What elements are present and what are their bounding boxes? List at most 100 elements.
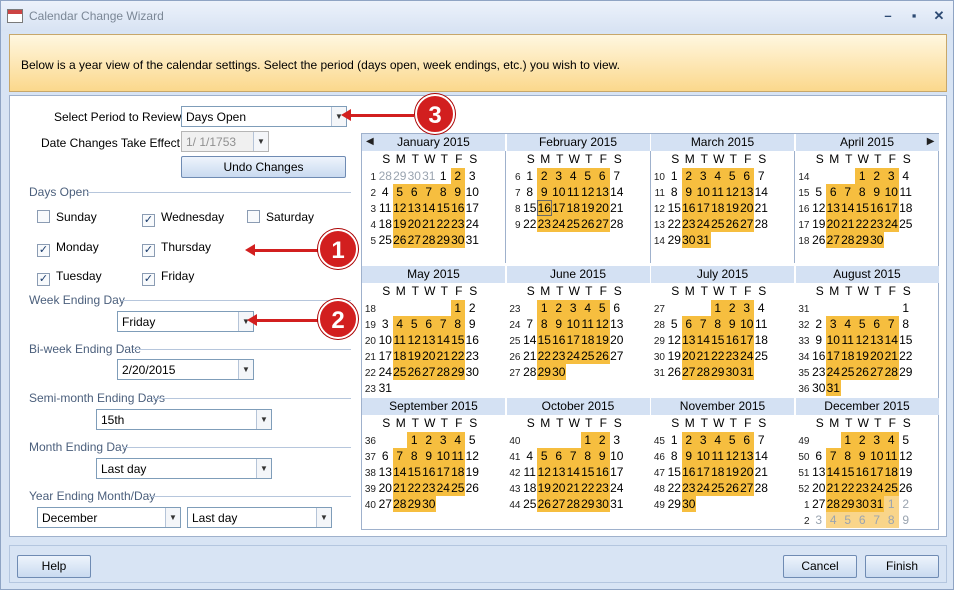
calendar-day[interactable]: 10 (378, 332, 393, 348)
calendar-day[interactable]: 23 (855, 480, 870, 496)
calendar-day[interactable]: 21 (436, 348, 451, 364)
calendar-day[interactable]: 31 (422, 168, 437, 184)
calendar-day[interactable]: 27 (812, 496, 827, 512)
calendar-day[interactable]: 24 (696, 216, 711, 232)
calendar-day[interactable]: 15 (667, 464, 682, 480)
calendar-day[interactable]: 16 (465, 332, 480, 348)
wednesday-checkbox[interactable]: ✓ Wednesday (142, 210, 224, 227)
prev-month-icon[interactable]: ◀ (366, 136, 374, 147)
calendar-day[interactable]: 26 (392, 232, 407, 248)
calendar-day[interactable]: 12 (725, 184, 740, 200)
calendar-day[interactable]: 30 (681, 232, 696, 248)
calendar-day[interactable]: 25 (710, 216, 725, 232)
calendar-day[interactable]: 22 (855, 216, 870, 232)
calendar-day[interactable]: 15 (537, 332, 552, 348)
calendar-day[interactable]: 1 (884, 496, 899, 512)
calendar-day[interactable]: 23 (450, 216, 465, 232)
calendar-day[interactable]: 18 (840, 348, 855, 364)
calendar-day[interactable]: 12 (812, 200, 827, 216)
calendar-day[interactable]: 3 (826, 316, 841, 332)
calendar-day[interactable]: 25 (580, 348, 595, 364)
calendar-day[interactable]: 27 (681, 364, 696, 380)
calendar-day[interactable]: 8 (710, 316, 725, 332)
calendar-day[interactable]: 20 (610, 332, 625, 348)
calendar-day[interactable]: 2 (725, 300, 740, 316)
calendar-day[interactable]: 30 (855, 496, 870, 512)
calendar-day[interactable]: 7 (754, 168, 769, 184)
check-icon[interactable]: ✓ (37, 273, 50, 286)
calendar-day[interactable]: 13 (610, 316, 625, 332)
calendar-day[interactable]: 17 (739, 332, 754, 348)
calendar-day[interactable]: 12 (465, 448, 480, 464)
calendar-day[interactable]: 5 (725, 432, 740, 448)
calendar-day[interactable]: 13 (378, 464, 393, 480)
calendar-day[interactable]: 21 (566, 480, 581, 496)
calendar-day[interactable]: 5 (667, 316, 682, 332)
calendar-day[interactable]: 1 (667, 432, 682, 448)
calendar-day[interactable]: 1 (580, 432, 595, 448)
calendar-day[interactable]: 19 (667, 348, 682, 364)
calendar-day[interactable]: 6 (812, 448, 827, 464)
calendar-day[interactable]: 5 (537, 448, 552, 464)
calendar-day[interactable]: 25 (899, 216, 914, 232)
calendar-day[interactable]: 19 (899, 464, 914, 480)
calendar-day[interactable]: 26 (725, 216, 740, 232)
tuesday-checkbox[interactable]: ✓ Tuesday (37, 269, 102, 286)
calendar-day[interactable]: 10 (826, 332, 841, 348)
calendar-day[interactable]: 15 (667, 200, 682, 216)
calendar-day[interactable]: 8 (580, 448, 595, 464)
calendar-day[interactable]: 13 (812, 464, 827, 480)
thursday-checkbox[interactable]: ✓ Thursday (142, 240, 211, 257)
help-button[interactable]: Help (17, 555, 91, 578)
calendar-day[interactable]: 6 (869, 316, 884, 332)
calendar-day[interactable]: 26 (407, 364, 422, 380)
calendar-day[interactable]: 11 (710, 448, 725, 464)
cancel-button[interactable]: Cancel (783, 555, 857, 578)
calendar-day[interactable]: 6 (739, 432, 754, 448)
calendar-day[interactable]: 18 (450, 464, 465, 480)
calendar-day[interactable]: 29 (450, 364, 465, 380)
calendar-day[interactable]: 9 (855, 448, 870, 464)
calendar-day[interactable]: 28 (610, 216, 625, 232)
calendar-day[interactable]: 31 (465, 232, 480, 248)
calendar-day[interactable]: 2 (465, 300, 480, 316)
calendar-day[interactable]: 26 (725, 480, 740, 496)
calendar-day[interactable]: 27 (739, 216, 754, 232)
calendar-day[interactable]: 24 (378, 364, 393, 380)
calendar-day[interactable]: 5 (407, 316, 422, 332)
calendar-day[interactable]: 14 (566, 464, 581, 480)
calendar-day[interactable]: 20 (551, 480, 566, 496)
calendar-day[interactable]: 5 (855, 316, 870, 332)
calendar-day[interactable]: 17 (610, 464, 625, 480)
calendar-day[interactable]: 4 (754, 300, 769, 316)
calendar-day[interactable]: 12 (667, 332, 682, 348)
calendar-day[interactable]: 14 (696, 332, 711, 348)
calendar-day[interactable]: 2 (450, 168, 465, 184)
calendar-day[interactable]: 4 (450, 432, 465, 448)
calendar-day[interactable]: 15 (436, 200, 451, 216)
calendar-day[interactable]: 12 (407, 332, 422, 348)
calendar-day[interactable]: 16 (681, 200, 696, 216)
calendar-day[interactable]: 4 (710, 168, 725, 184)
chevron-down-icon[interactable]: ▼ (238, 360, 253, 379)
calendar-day[interactable]: 27 (869, 364, 884, 380)
calendar-day[interactable]: 20 (869, 348, 884, 364)
chevron-down-icon[interactable]: ▼ (256, 410, 271, 429)
finish-button[interactable]: Finish (865, 555, 939, 578)
calendar-day[interactable]: 30 (595, 496, 610, 512)
calendar-day[interactable]: 29 (667, 232, 682, 248)
biweek-date-dropdown[interactable]: 2/20/2015 ▼ (117, 359, 254, 380)
calendar-day[interactable]: 5 (392, 184, 407, 200)
calendar-day[interactable]: 28 (392, 496, 407, 512)
calendar-day[interactable]: 3 (869, 432, 884, 448)
calendar-day[interactable]: 14 (610, 184, 625, 200)
calendar-day[interactable]: 20 (812, 480, 827, 496)
calendar-day[interactable]: 9 (450, 184, 465, 200)
calendar-day[interactable]: 15 (855, 200, 870, 216)
calendar-day[interactable]: 31 (378, 380, 393, 396)
checkbox-box[interactable] (247, 210, 260, 223)
calendar-day[interactable]: 18 (566, 200, 581, 216)
calendar-day[interactable]: 19 (465, 464, 480, 480)
calendar-day[interactable]: 16 (551, 332, 566, 348)
calendar-day[interactable]: 23 (537, 216, 552, 232)
